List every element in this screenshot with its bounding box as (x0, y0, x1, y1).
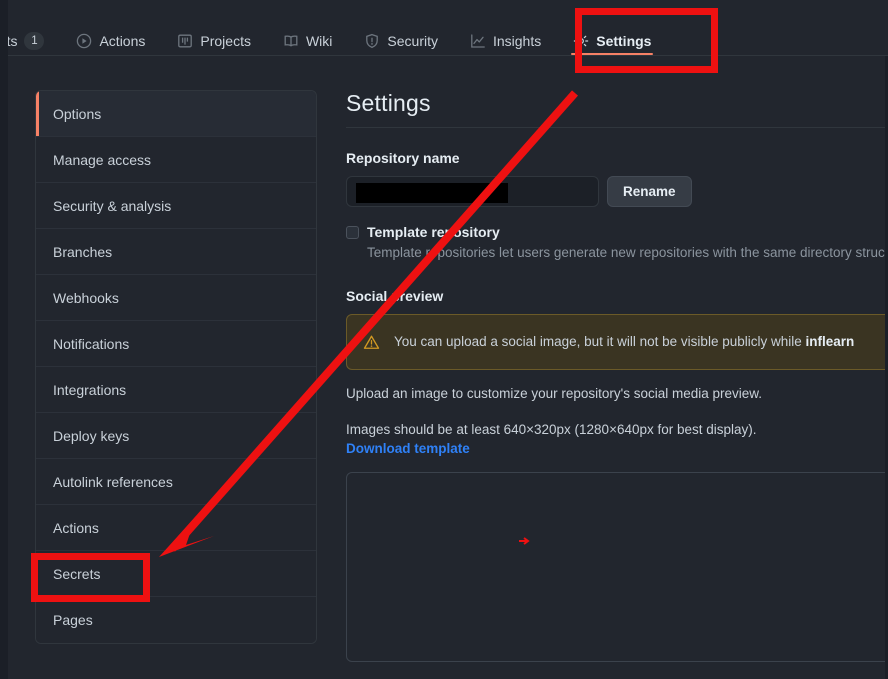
settings-sidebar: Options Manage access Security & analysi… (35, 90, 317, 644)
repository-name-row: Rename (346, 176, 888, 207)
template-repository-row: Template repository Template repositorie… (346, 223, 888, 262)
sidebar-item-label: Notifications (53, 335, 130, 352)
sidebar-item-label: Deploy keys (53, 427, 130, 444)
sidebar-item-label: Autolink references (53, 473, 173, 490)
book-icon (283, 33, 299, 49)
sidebar-item-autolink-references[interactable]: Autolink references (36, 459, 316, 505)
sidebar-item-integrations[interactable]: Integrations (36, 367, 316, 413)
nav-item-insights[interactable]: Insights (454, 0, 557, 55)
settings-page-content: Options Manage access Security & analysi… (0, 56, 888, 679)
pull-requests-counter: 1 (24, 31, 45, 50)
sidebar-item-label: Integrations (53, 381, 127, 398)
social-preview-warning-banner: You can upload a social image, but it wi… (346, 314, 888, 370)
nav-item-label: Settings (596, 32, 652, 49)
template-repository-texts: Template repository Template repositorie… (367, 223, 888, 262)
template-repository-checkbox[interactable] (346, 226, 359, 239)
nav-item-wiki[interactable]: Wiki (267, 0, 348, 55)
repository-nav-list: uests 1 Actions Projects (0, 0, 667, 55)
sidebar-item-label: Security & analysis (53, 197, 172, 214)
browser-left-gutter (0, 0, 8, 679)
sidebar-item-secrets[interactable]: Secrets (36, 551, 316, 597)
sidebar-item-pages[interactable]: Pages (36, 597, 316, 643)
social-preview-title: Social preview (346, 288, 444, 304)
redaction-bar (356, 183, 508, 203)
screenshot-root: uests 1 Actions Projects (0, 0, 888, 679)
play-circle-icon (76, 33, 92, 49)
social-preview-size-text: Images should be at least 640×320px (128… (346, 422, 757, 437)
repository-name-label: Repository name (346, 150, 460, 166)
sidebar-item-webhooks[interactable]: Webhooks (36, 275, 316, 321)
sidebar-item-security-analysis[interactable]: Security & analysis (36, 183, 316, 229)
sidebar-item-label: Branches (53, 243, 113, 260)
nav-item-label: Actions (99, 32, 146, 49)
sidebar-item-label: Actions (53, 519, 99, 536)
nav-item-label: Wiki (305, 32, 333, 49)
nav-item-projects[interactable]: Projects (161, 0, 267, 55)
sidebar-item-deploy-keys[interactable]: Deploy keys (36, 413, 316, 459)
social-preview-dropzone[interactable] (346, 472, 888, 662)
page-title: Settings (346, 90, 888, 128)
template-repository-title: Template repository (367, 224, 500, 240)
rename-button[interactable]: Rename (607, 176, 692, 207)
project-board-icon (177, 33, 193, 49)
sidebar-item-branches[interactable]: Branches (36, 229, 316, 275)
sidebar-item-manage-access[interactable]: Manage access (36, 137, 316, 183)
sidebar-item-label: Webhooks (53, 289, 119, 306)
nav-item-actions[interactable]: Actions (60, 0, 161, 55)
gear-icon (573, 33, 589, 49)
sidebar-item-notifications[interactable]: Notifications (36, 321, 316, 367)
sidebar-item-options[interactable]: Options (36, 91, 316, 137)
sidebar-item-actions[interactable]: Actions (36, 505, 316, 551)
nav-item-label: Projects (200, 32, 251, 49)
template-repository-description: Template repositories let users generate… (367, 245, 888, 260)
nav-item-settings[interactable]: Settings (557, 0, 667, 55)
nav-item-security[interactable]: Security (348, 0, 454, 55)
nav-item-label: Security (387, 32, 438, 49)
social-preview-warning-text: You can upload a social image, but it wi… (394, 332, 854, 352)
sidebar-item-label: Secrets (53, 565, 101, 582)
repository-nav-bar: uests 1 Actions Projects (0, 0, 888, 56)
repository-name-input[interactable] (346, 176, 599, 207)
social-preview-upload-text: Upload an image to customize your reposi… (346, 386, 763, 401)
settings-main-panel: Settings Repository name Rename Template… (346, 90, 888, 662)
warning-text-org: inflearn (805, 334, 855, 349)
warning-text-plain: You can upload a social image, but it wi… (394, 334, 806, 349)
download-template-link[interactable]: Download template (346, 441, 888, 456)
sidebar-item-label: Pages (53, 612, 93, 628)
alert-triangle-icon (363, 334, 380, 351)
shield-icon (364, 33, 380, 49)
sidebar-item-label: Manage access (53, 151, 152, 168)
nav-item-pull-requests[interactable]: uests 1 (0, 0, 60, 55)
nav-item-label: Insights (492, 32, 542, 49)
sidebar-item-label: Options (53, 105, 102, 122)
graph-icon (470, 33, 486, 49)
